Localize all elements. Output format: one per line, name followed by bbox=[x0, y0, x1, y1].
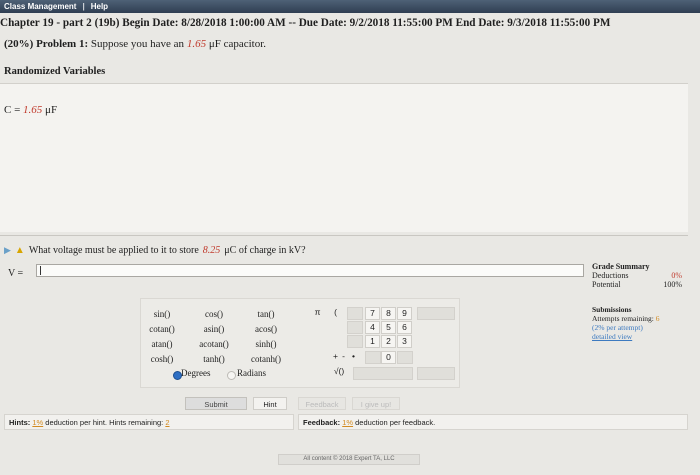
problem-unit: μF capacitor. bbox=[208, 38, 267, 50]
digit-1-button[interactable]: 1 bbox=[365, 335, 380, 348]
sqrt-button[interactable]: √() bbox=[329, 366, 349, 377]
hints-text: deduction per hint. Hints remaining: bbox=[45, 418, 164, 427]
attempts-value: 6 bbox=[655, 314, 660, 323]
digit-8-button[interactable]: 8 bbox=[381, 307, 396, 320]
close-paren-button[interactable] bbox=[347, 307, 363, 320]
class-management-menu[interactable]: Class Management bbox=[4, 2, 76, 11]
attempts-label: Attempts remaining: bbox=[592, 314, 654, 323]
warning-icon: ▲ bbox=[14, 245, 25, 256]
feedback-percent: 1% bbox=[342, 418, 354, 427]
per-attempt-text: (2% per attempt) bbox=[592, 323, 643, 332]
question-text: What voltage must be applied to it to st… bbox=[28, 245, 199, 256]
digit-7-button[interactable]: 7 bbox=[365, 307, 380, 320]
radians-label: Radians bbox=[237, 368, 266, 378]
cosh-button[interactable]: cosh() bbox=[139, 354, 185, 364]
hints-remaining: 2 bbox=[165, 418, 170, 427]
problem-weight: (20%) bbox=[4, 38, 34, 50]
feedback-text: deduction per feedback. bbox=[355, 418, 436, 427]
feedback-label: Feedback: bbox=[303, 418, 341, 427]
help-menu[interactable]: Help bbox=[91, 2, 108, 11]
problem-statement: (20%) Problem 1: Suppose you have an 1.6… bbox=[4, 38, 266, 50]
digit-0-button[interactable]: 0 bbox=[381, 351, 396, 364]
submissions-panel: Submissions Attempts remaining: 6 (2% pe… bbox=[592, 305, 692, 341]
randomized-variables-title: Randomized Variables bbox=[4, 66, 106, 77]
digit-5-button[interactable]: 5 bbox=[381, 321, 396, 334]
blank-key[interactable] bbox=[397, 351, 413, 364]
submissions-title: Submissions bbox=[592, 305, 632, 314]
problem-label: Problem 1: bbox=[36, 38, 89, 50]
top-menu-bar: Class Management | Help bbox=[0, 0, 700, 13]
degrees-label: Degrees bbox=[181, 368, 211, 378]
sinh-button[interactable]: sinh() bbox=[243, 339, 289, 349]
variable-value: 1.65 bbox=[23, 104, 43, 116]
cos-button[interactable]: cos() bbox=[191, 309, 237, 319]
text-caret bbox=[40, 266, 41, 275]
sin-button[interactable]: sin() bbox=[139, 309, 185, 319]
open-paren-button[interactable]: ( bbox=[329, 307, 342, 318]
hints-label: Hints: bbox=[9, 418, 31, 427]
atan-button[interactable]: atan() bbox=[139, 339, 185, 349]
backspace-button[interactable] bbox=[353, 367, 413, 380]
digit-6-button[interactable]: 6 bbox=[397, 321, 412, 334]
question-value: 8.25 bbox=[202, 245, 221, 256]
acotan-button[interactable]: acotan() bbox=[191, 339, 237, 349]
exponent-button[interactable] bbox=[347, 321, 363, 334]
divide-button[interactable] bbox=[347, 335, 363, 348]
calculator-keypad: sin() cos() tan() cotan() asin() acos() … bbox=[140, 298, 460, 388]
variable-name: C = bbox=[4, 104, 24, 116]
give-up-button[interactable]: I give up! bbox=[352, 397, 400, 410]
detailed-view-link[interactable]: detailed view bbox=[592, 332, 632, 341]
digit-2-button[interactable]: 2 bbox=[381, 335, 396, 348]
pi-button[interactable]: π bbox=[311, 307, 324, 318]
digit-9-button[interactable]: 9 bbox=[397, 307, 412, 320]
cotanh-button[interactable]: cotanh() bbox=[243, 354, 289, 364]
tan-button[interactable]: tan() bbox=[243, 309, 289, 319]
potential-label: Potential bbox=[592, 280, 621, 289]
assignment-header: Chapter 19 - part 2 (19b) Begin Date: 8/… bbox=[0, 17, 611, 29]
acos-button[interactable]: acos() bbox=[243, 324, 289, 334]
question-text-end: μC of charge in kV? bbox=[224, 245, 306, 256]
answer-label: V = bbox=[8, 268, 24, 279]
feedback-button[interactable]: Feedback bbox=[298, 397, 346, 410]
deductions-row: Deductions 0% bbox=[592, 271, 682, 280]
minus-button[interactable]: - bbox=[337, 351, 350, 362]
divider bbox=[0, 235, 688, 236]
grade-summary-title: Grade Summary bbox=[592, 262, 650, 271]
blank-key[interactable] bbox=[365, 351, 381, 364]
answer-input[interactable] bbox=[36, 264, 584, 277]
submit-button[interactable]: Submit bbox=[185, 397, 247, 410]
feedback-bar: Feedback: 1% deduction per feedback. bbox=[298, 414, 688, 430]
play-icon[interactable]: ▶ bbox=[4, 245, 11, 256]
hint-button[interactable]: Hint bbox=[253, 397, 287, 410]
question-line: ▶ ▲ What voltage must be applied to it t… bbox=[4, 245, 306, 256]
backspace-button[interactable] bbox=[417, 307, 455, 320]
potential-value: 100% bbox=[663, 280, 682, 289]
tanh-button[interactable]: tanh() bbox=[191, 354, 237, 364]
hints-bar: Hints: 1% deduction per hint. Hints rema… bbox=[4, 414, 294, 430]
grade-summary: Grade Summary Deductions 0% Potential 10… bbox=[592, 262, 682, 289]
problem-value: 1.65 bbox=[186, 38, 207, 50]
problem-text: Suppose you have an bbox=[90, 38, 185, 50]
copyright-footer: All content © 2018 Expert TA, LLC bbox=[278, 454, 420, 465]
asin-button[interactable]: asin() bbox=[191, 324, 237, 334]
hints-percent: 1% bbox=[32, 418, 44, 427]
deductions-label: Deductions bbox=[592, 271, 629, 280]
digit-4-button[interactable]: 4 bbox=[365, 321, 380, 334]
digit-3-button[interactable]: 3 bbox=[397, 335, 412, 348]
radians-radio[interactable] bbox=[227, 371, 236, 380]
potential-row: Potential 100% bbox=[592, 280, 682, 289]
variable-unit: μF bbox=[42, 104, 58, 116]
randomized-variables-panel bbox=[0, 83, 688, 232]
deductions-value: 0% bbox=[671, 271, 682, 280]
clear-button[interactable] bbox=[417, 367, 455, 380]
cotan-button[interactable]: cotan() bbox=[139, 324, 185, 334]
randomized-variable: C = 1.65 μF bbox=[4, 104, 57, 116]
menu-separator: | bbox=[82, 2, 85, 11]
